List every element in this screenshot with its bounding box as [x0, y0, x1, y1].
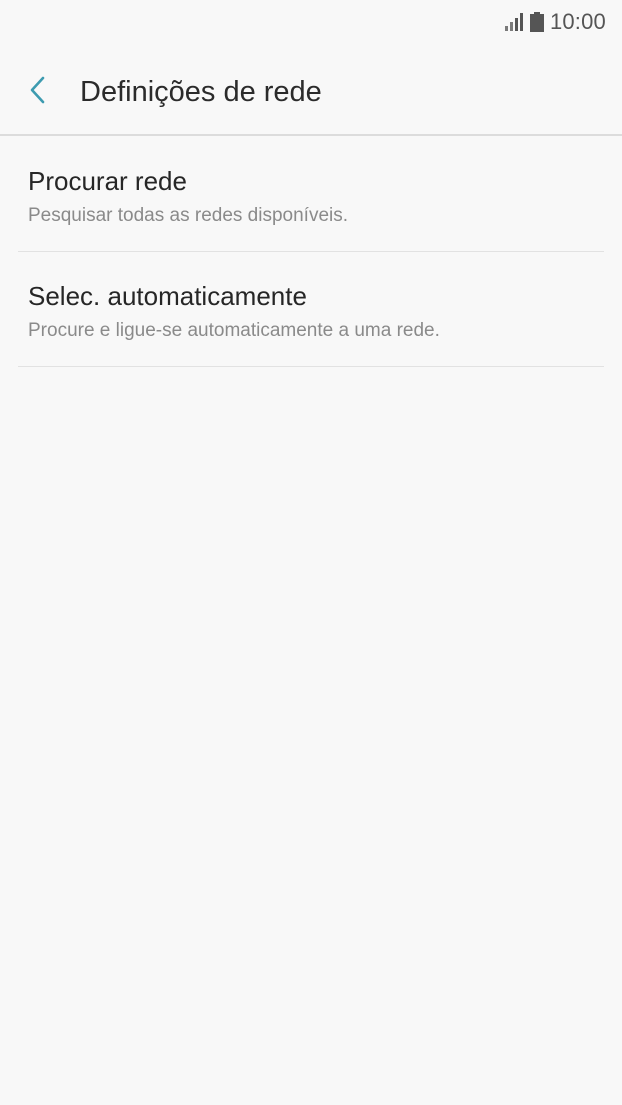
item-subtitle: Pesquisar todas as redes disponíveis.: [28, 205, 349, 226]
status-bar: 10:00: [0, 0, 622, 44]
app-bar: Definições de rede: [0, 44, 622, 136]
list-item-search-network[interactable]: Procurar rede Pesquisar todas as redes d…: [18, 137, 604, 252]
status-indicators: 10:00: [504, 8, 606, 36]
page-title: Definições de rede: [80, 76, 322, 108]
signal-icon: [504, 13, 524, 31]
list-item-select-automatically[interactable]: Selec. automaticamente Procure e ligue-s…: [18, 252, 604, 367]
back-button[interactable]: [18, 72, 58, 112]
battery-icon: [529, 12, 544, 32]
item-subtitle: Procure e ligue-se automaticamente a uma…: [28, 320, 440, 341]
item-title: Selec. automaticamente: [28, 281, 307, 311]
item-title: Procurar rede: [28, 166, 187, 196]
settings-list: Procurar rede Pesquisar todas as redes d…: [0, 137, 622, 367]
status-time: 10:00: [549, 9, 606, 34]
chevron-left-icon: [28, 75, 48, 110]
